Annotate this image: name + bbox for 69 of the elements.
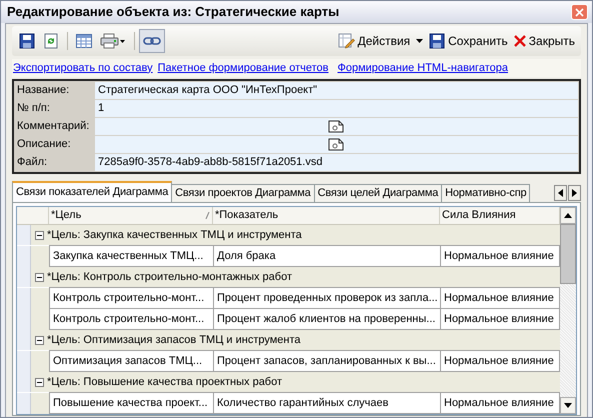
pencil-form-icon <box>338 33 355 49</box>
minus-box-icon[interactable] <box>35 272 44 282</box>
tab[interactable]: Связи целей Диаграмма <box>314 184 442 202</box>
down-triangle-icon <box>564 403 572 408</box>
group-title: *Цель: Оптимизация запасов ТМЦ и инструмента <box>47 332 301 348</box>
up-triangle-icon <box>564 213 572 218</box>
table-icon <box>76 34 92 48</box>
minus-box-icon[interactable] <box>35 336 44 344</box>
field-value: 1 <box>98 101 104 116</box>
toolbar-action-button[interactable]: Сохранить <box>426 29 511 53</box>
window-title: Редактирование объекта из: Стратегические карты <box>7 3 340 22</box>
action-link[interactable]: Пакетное формирование отчетов <box>158 60 328 76</box>
field-value: Стратегическая карта ООО "ИнТехПроект" <box>98 83 318 98</box>
table-cell: Повышение качества проект... <box>49 392 214 414</box>
tab-scroll-button[interactable] <box>568 185 581 201</box>
column-header[interactable]: *Показатель <box>213 207 440 224</box>
action-link[interactable]: Экспортировать по составу <box>13 60 153 76</box>
vertical-scrollbar[interactable] <box>560 207 576 414</box>
field-label: Описание: <box>16 137 72 152</box>
column-header[interactable]: *Цель <box>49 207 213 224</box>
text-field[interactable] <box>95 118 578 135</box>
button-label: Сохранить <box>448 33 508 50</box>
field-value: 7285a9f0-3578-4ab9-ab8b-5815f71a2051.vsd <box>98 155 322 170</box>
toolbar-action-button[interactable]: Закрыть <box>510 29 578 53</box>
field-label: Файл: <box>16 155 48 170</box>
group-title: *Цель: Повышение качества проектных работ <box>47 374 282 390</box>
action-link[interactable]: Формирование HTML-навигатора <box>338 60 508 76</box>
table-cell: Контроль строительно-монт... <box>49 308 214 330</box>
close-icon <box>575 8 584 16</box>
refresh-icon <box>44 33 58 49</box>
toolbar-action-button[interactable]: Действия <box>334 29 426 53</box>
chain-link-icon <box>143 36 161 46</box>
close-icon <box>514 35 526 47</box>
caret-icon <box>416 39 424 43</box>
tab[interactable]: Связи показателей Диаграмма <box>12 181 172 202</box>
table-cell: Контроль строительно-монт... <box>49 287 214 309</box>
table-cell: Процент запасов, запланированных к вы... <box>213 350 441 372</box>
table-cell: Нормальное влияние <box>440 392 560 414</box>
table-cell: Доля брака <box>213 245 441 267</box>
right-triangle-icon <box>572 189 577 197</box>
printer-icon <box>100 33 126 49</box>
field-label: № п/п: <box>16 101 51 116</box>
memo-icon <box>328 120 344 133</box>
table-cell: Оптимизация запасов ТМЦ... <box>49 350 214 372</box>
field-label: Название: <box>16 83 70 98</box>
table-cell: Закупка качественных ТМЦ... <box>49 245 214 267</box>
button-label: Закрыть <box>528 33 575 50</box>
minus-box-icon[interactable] <box>35 378 44 386</box>
table-cell: Нормальное влияние <box>440 287 560 309</box>
tab[interactable]: Нормативно-спр <box>441 184 530 202</box>
left-triangle-icon <box>558 189 563 197</box>
memo-icon <box>328 138 344 151</box>
tab[interactable]: Связи проектов Диаграмма <box>171 184 315 202</box>
text-field[interactable]: Стратегическая карта ООО "ИнТехПроект" <box>95 82 578 99</box>
table-cell: Нормальное влияние <box>440 350 560 372</box>
table-cell: Количество гарантийных случаев <box>213 392 441 414</box>
close-button[interactable] <box>571 4 588 20</box>
text-field[interactable] <box>95 136 578 153</box>
table-cell: Нормальное влияние <box>440 308 560 330</box>
button-label: Действия <box>358 33 410 50</box>
minus-box-icon[interactable] <box>35 230 44 240</box>
field-label: Комментарий: <box>16 119 90 134</box>
text-field[interactable]: 1 <box>95 100 578 117</box>
group-title: *Цель: Закупка качественных ТМЦ и инструмента <box>47 228 302 243</box>
group-title: *Цель: Контроль строительно-монтажных работ <box>47 270 292 285</box>
sort-indicator-icon <box>205 212 210 219</box>
text-field[interactable]: 7285a9f0-3578-4ab9-ab8b-5815f71a2051.vsd <box>95 154 578 171</box>
tab-scroll-button[interactable] <box>554 185 567 201</box>
table-cell: Нормальное влияние <box>440 245 560 267</box>
